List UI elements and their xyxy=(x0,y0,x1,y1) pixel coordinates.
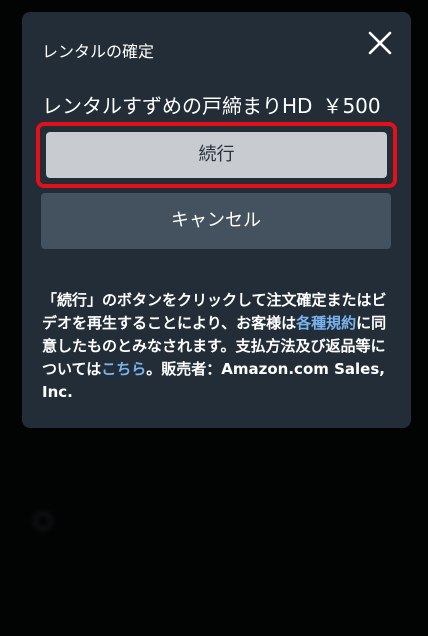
rental-title-text: レンタルすずめの戸締まりHD xyxy=(42,94,313,118)
cancel-button[interactable]: キャンセル xyxy=(41,193,391,249)
rental-price: ￥500 xyxy=(322,94,381,118)
close-button[interactable] xyxy=(367,30,393,56)
returns-link[interactable]: こちら xyxy=(101,360,146,378)
background-list-item xyxy=(30,494,400,554)
terms-link[interactable]: 各種規約 xyxy=(296,314,356,332)
background-circle-icon xyxy=(34,512,52,530)
close-icon xyxy=(368,31,392,55)
continue-button[interactable]: 続行 xyxy=(46,132,387,178)
rental-title: レンタルすずめの戸締まりHD ￥500 xyxy=(42,94,381,118)
dialog-header: レンタルの確定 xyxy=(42,42,155,61)
continue-button-highlight: 続行 xyxy=(36,122,397,188)
rental-confirm-dialog: レンタルの確定 レンタルすずめの戸締まりHD ￥500 続行 キャンセル 「続行」… xyxy=(22,12,411,428)
terms-notice: 「続行」のボタンをクリックして注文確定またはビデオを再生することにより、お客様は… xyxy=(42,289,394,404)
